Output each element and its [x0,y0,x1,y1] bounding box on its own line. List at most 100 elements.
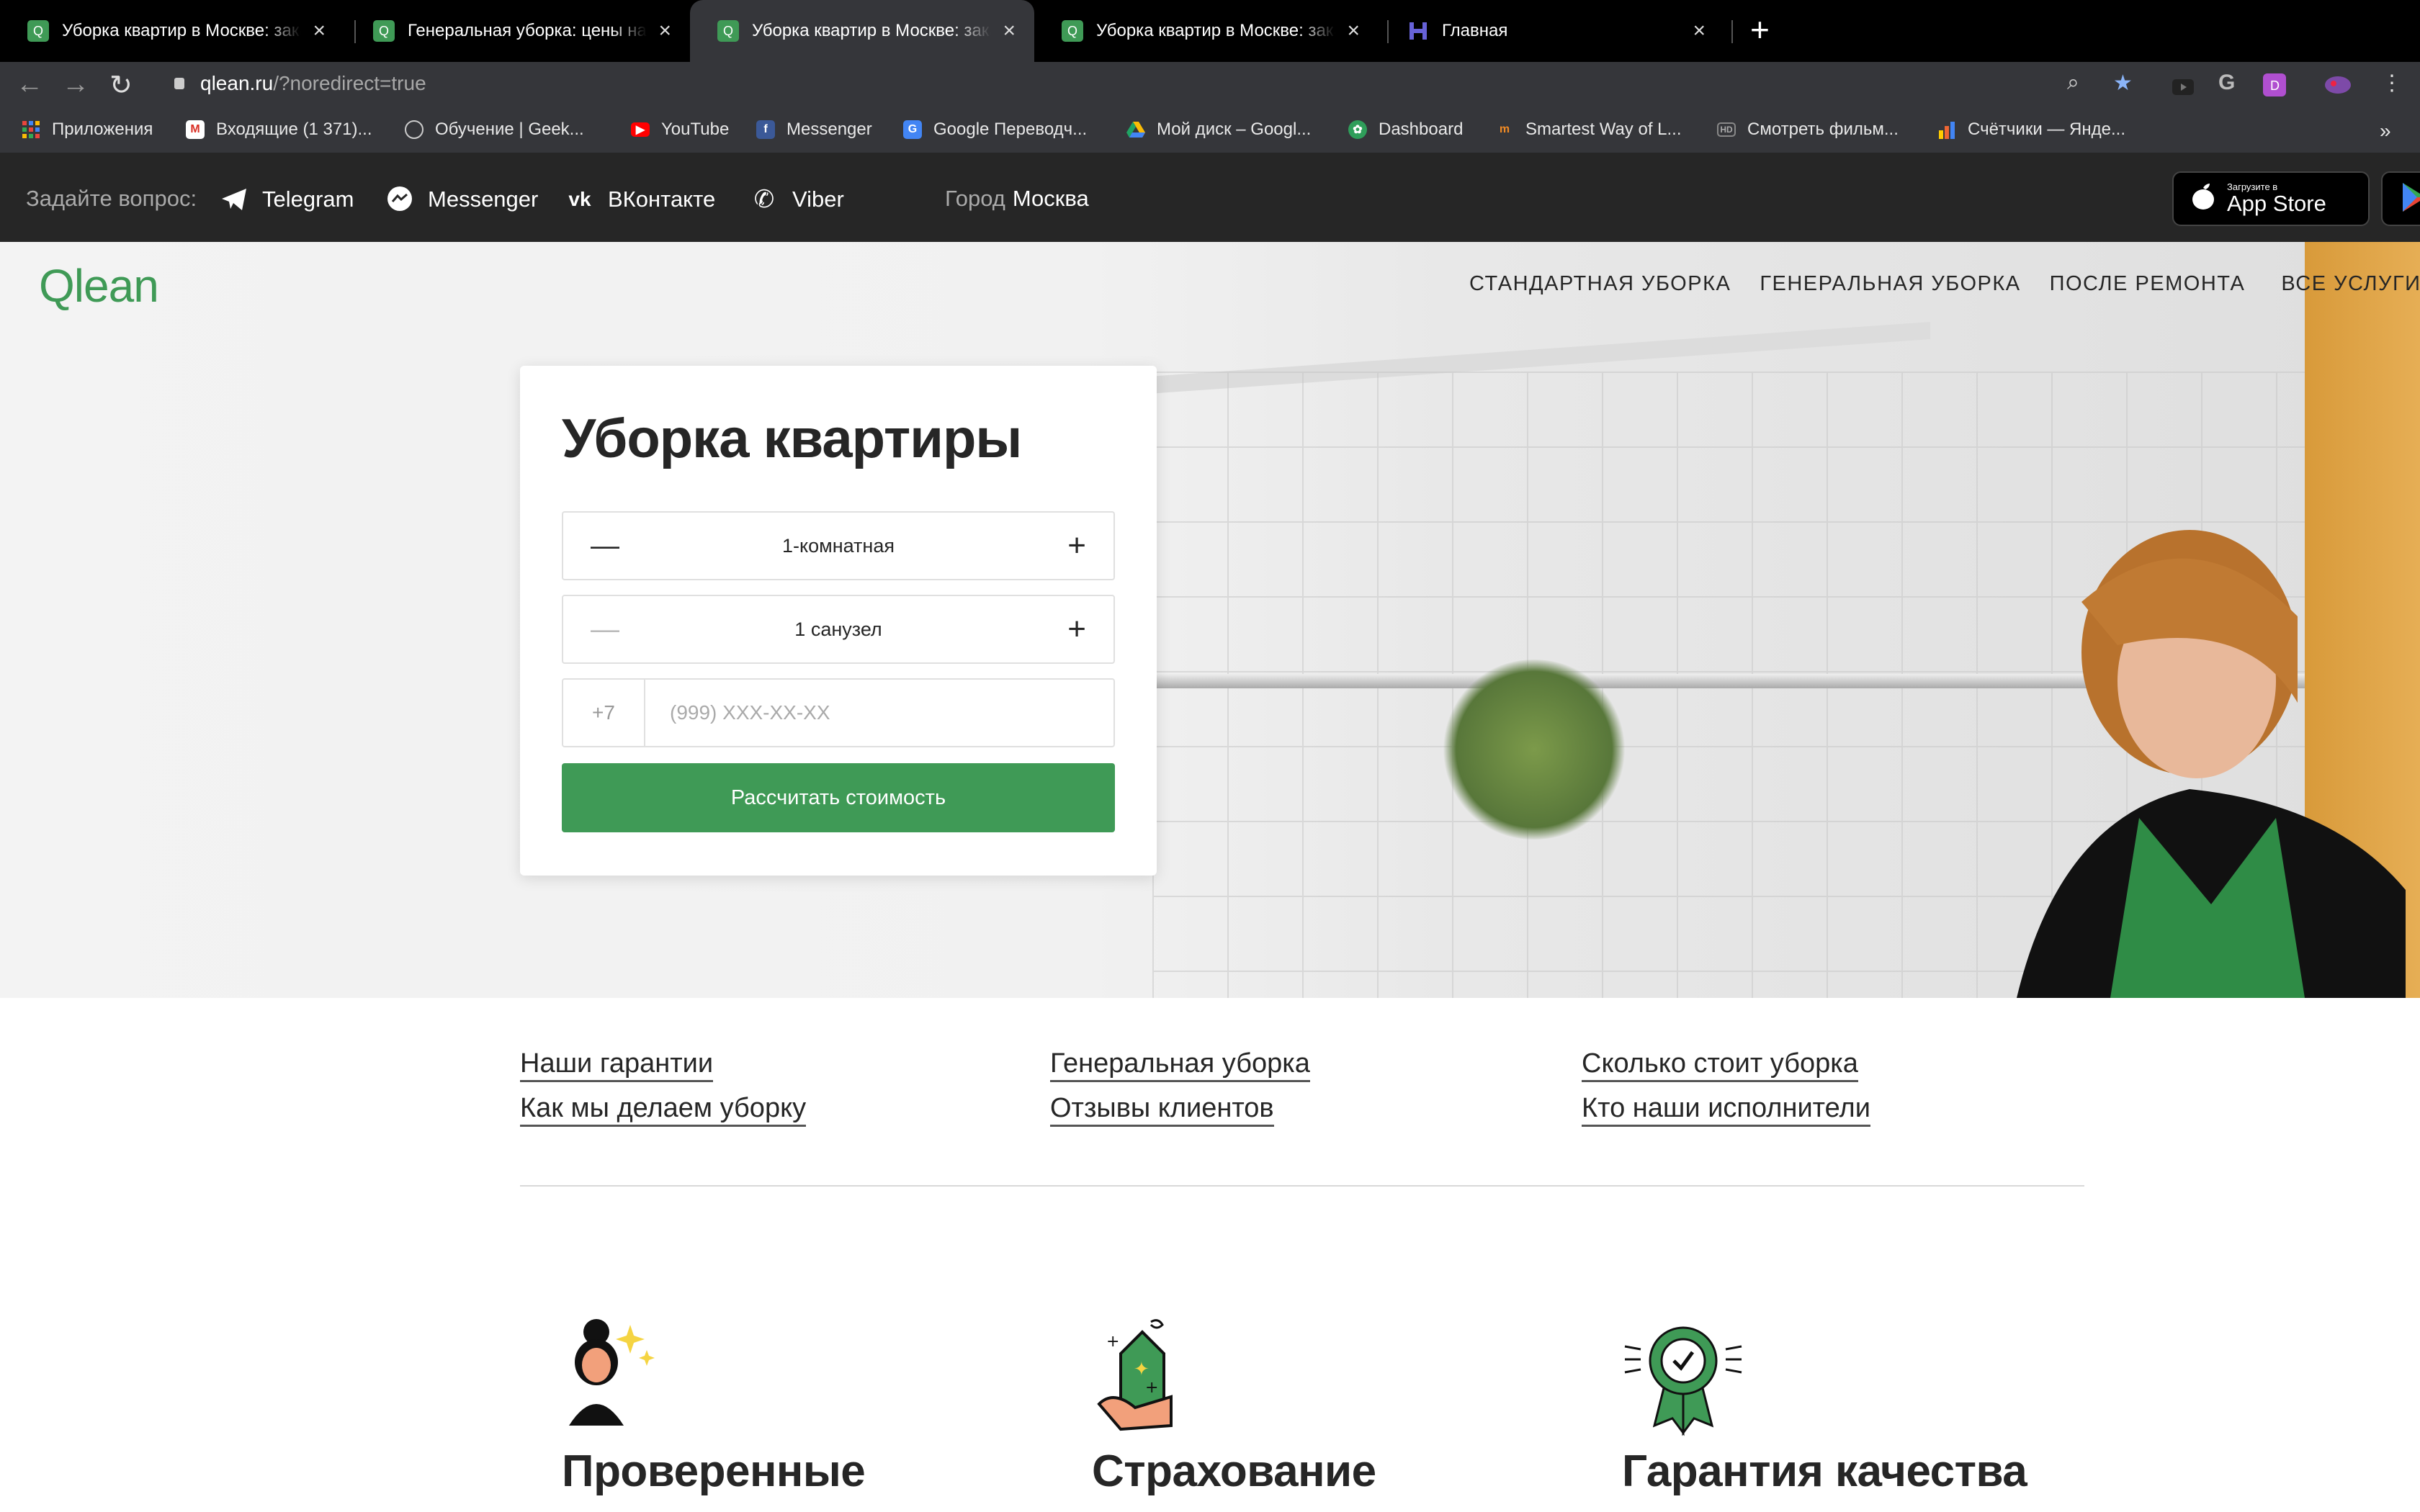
hero-section [0,242,2420,998]
bookmark-item[interactable]: ▶ YouTube [631,120,729,140]
bookmark-item[interactable]: Приложения [22,120,153,140]
youtube-extension-icon[interactable] [2172,76,2194,101]
browser-tab[interactable]: Q Уборка квартир в Москве: заказ × [0,0,344,62]
quality-badge-icon [1622,1318,1744,1440]
facebook-icon: f [756,120,775,139]
zoom-icon[interactable]: ⌕ [2067,71,2079,95]
link-guarantees[interactable]: Наши гарантии [520,1047,714,1082]
bookmark-item[interactable]: HD Смотреть фильм... [1717,120,1899,140]
rooms-minus-button[interactable]: — [591,530,619,562]
forward-arrow-icon[interactable]: → [62,69,89,100]
bathrooms-plus-button[interactable]: + [1057,611,1086,647]
feature-title: Страхование [1092,1446,1376,1496]
google-extension-icon[interactable]: G [2218,71,2235,95]
bookmark-label: Обучение | Geek... [435,120,584,139]
bookmark-item[interactable]: f Messenger [756,120,872,140]
new-tab-button[interactable]: + [1750,10,1770,49]
bookmark-item[interactable]: Обучение | Geek... [405,120,584,140]
google-drive-icon [1126,120,1145,139]
link-reviews[interactable]: Отзывы клиентов [1050,1092,1274,1127]
tab-close-icon[interactable]: × [1693,19,1706,43]
url-host: qlean.ru [200,72,274,94]
messenger-label: Messenger [428,186,539,212]
browser-tab[interactable]: Q Уборка квартир в Москве: заказ × [1034,0,1379,62]
tab-title: Уборка квартир в Москве: заказ [62,21,302,40]
vk-label: ВКонтакте [608,186,716,212]
feature-quality: Гарантия качества [1622,1318,2054,1496]
hd-icon: HD [1717,122,1736,137]
tab-close-icon[interactable]: × [1003,19,1016,43]
vk-link[interactable]: vk ВКонтакте [566,186,715,213]
nav-standard-cleaning[interactable]: СТАНДАРТНАЯ УБОРКА [1469,272,1731,296]
qlean-logo[interactable]: Qlean [39,259,159,312]
ask-question-label: Задайте вопрос: [26,186,197,211]
tab-close-icon[interactable]: × [1347,19,1360,43]
browser-tab[interactable]: Главная × [1380,0,1724,62]
tab-title: Генеральная уборка: цены на [408,21,647,40]
city-value: Москва [1012,186,1089,211]
bookmark-item[interactable]: ✿ Dashboard [1348,120,1463,140]
browser-tab[interactable]: Q Генеральная уборка: цены на × [346,0,690,62]
feature-verified: Проверенные [562,1318,994,1496]
geekbrains-icon [405,120,424,139]
site-contact-bar: Задайте вопрос: Telegram Messenger vk ВК… [0,153,2420,242]
lock-icon [174,78,184,89]
bookmark-star-icon[interactable]: ★ [2113,71,2133,96]
browser-tab-strip: Q Уборка квартир в Москве: заказ × Q Ген… [0,0,2420,62]
app-store-label: App Store [2227,191,2326,216]
link-cleaners[interactable]: Кто наши исполнители [1582,1092,1870,1127]
extension-d-icon[interactable]: D [2263,73,2286,102]
bookmark-item[interactable]: Счётчики — Янде... [1937,120,2125,140]
google-translate-icon: G [903,120,922,139]
tab-close-icon[interactable]: × [658,19,671,43]
viber-link[interactable]: ✆ Viber [750,186,844,213]
browser-menu-icon[interactable]: ⋮ [2381,71,2403,96]
nav-all-services[interactable]: ВСЕ УСЛУГИ [2281,272,2420,296]
bookmark-label: Messenger [786,120,872,139]
bookmark-item[interactable]: M Входящие (1 371)... [186,120,372,140]
phone-input[interactable] [645,680,1113,746]
bookmark-label: Приложения [52,120,153,139]
profile-avatar-icon[interactable] [2323,73,2352,102]
yandex-metrica-icon [1937,120,1956,139]
bookmark-item[interactable]: m Smartest Way of L... [1495,120,1682,140]
app-store-button[interactable]: Загрузите в App Store [2172,171,2370,226]
nav-after-renovation[interactable]: ПОСЛЕ РЕМОНТА [2050,272,2246,296]
back-arrow-icon[interactable]: ← [16,69,43,100]
bookmark-item[interactable]: G Google Переводч... [903,120,1087,140]
link-pricing[interactable]: Сколько стоит уборка [1582,1047,1858,1082]
messenger-link[interactable]: Messenger [386,186,538,213]
nav-general-cleaning[interactable]: ГЕНЕРАЛЬНАЯ УБОРКА [1760,272,2020,296]
phone-field: +7 [562,678,1115,747]
browser-tab-active[interactable]: Q Уборка квартир в Москве: заказ × [690,0,1034,62]
rooms-plus-button[interactable]: + [1057,528,1086,564]
browser-toolbar: ← → ↻ qlean.ru/?noredirect=true ⌕ ★ G D … [0,62,2420,111]
address-bar[interactable]: qlean.ru/?noredirect=true [174,72,426,95]
bookmark-label: Smartest Way of L... [1525,120,1682,139]
svg-text:D: D [2270,78,2280,93]
youtube-icon: ▶ [631,122,650,137]
bookmark-label: Входящие (1 371)... [216,120,372,139]
link-how-we-clean[interactable]: Как мы делаем уборку [520,1092,807,1127]
rooms-stepper: — 1-комнатная + [562,511,1115,580]
city-label: Город [945,186,1005,211]
telegram-link[interactable]: Telegram [220,186,354,213]
city-selector[interactable]: Город Москва [945,186,1089,212]
tab-close-icon[interactable]: × [313,19,326,43]
qlean-favicon-icon: Q [1062,20,1083,42]
more-bookmarks-button[interactable]: » [2380,120,2391,143]
verified-cleaner-icon [562,1318,663,1440]
vk-icon: vk [568,188,591,210]
bookmark-item[interactable]: Мой диск – Googl... [1126,120,1311,140]
section-divider [520,1185,2084,1187]
link-general-cleaning[interactable]: Генеральная уборка [1050,1047,1310,1082]
bathrooms-minus-button[interactable]: — [591,613,619,646]
rooms-value: 1-комнатная [782,534,895,557]
plant-image [1440,660,1628,840]
bookmark-label: YouTube [661,120,730,139]
gmail-icon: M [186,120,205,139]
calculate-price-button[interactable]: Рассчитать стоимость [562,763,1115,832]
reload-icon[interactable]: ↻ [109,69,133,102]
insurance-house-icon: ✦ + + [1092,1318,1193,1440]
google-play-button[interactable] [2381,171,2420,226]
